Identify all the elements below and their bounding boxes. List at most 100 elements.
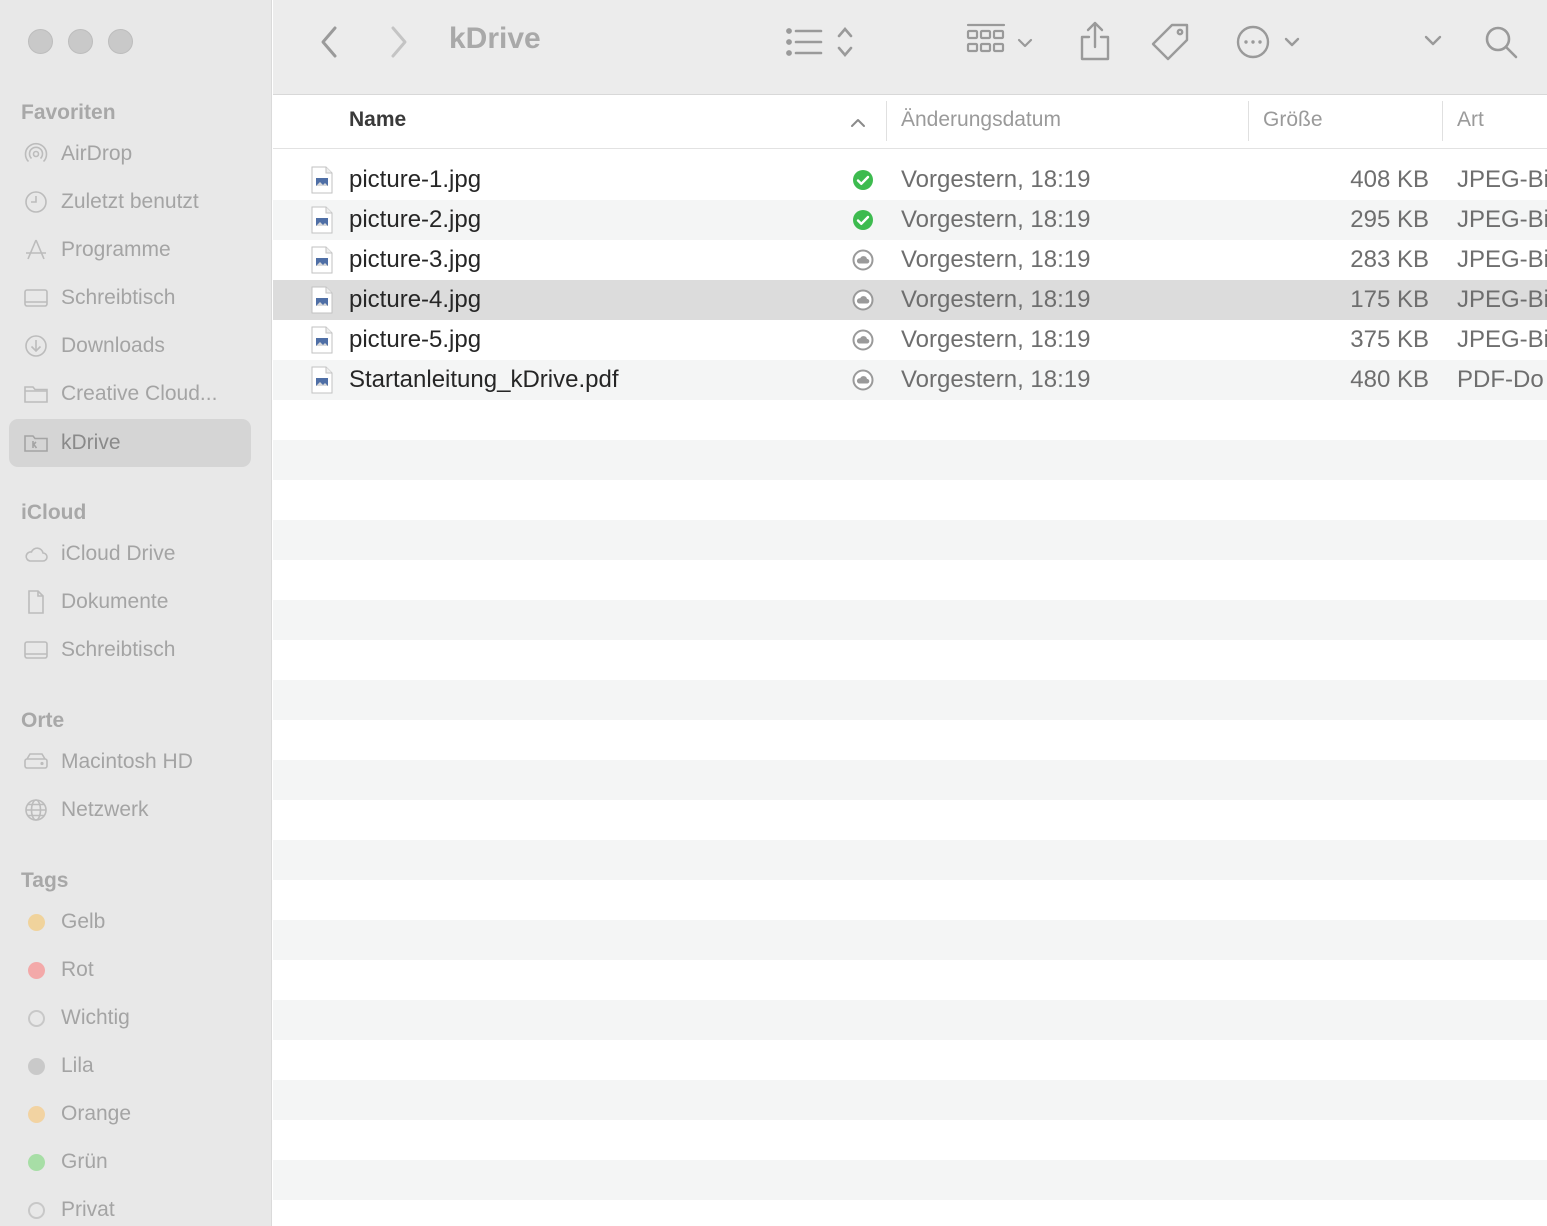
document-icon (23, 589, 49, 615)
section-title-orte: Orte (21, 709, 65, 732)
minimize-button[interactable] (68, 29, 93, 54)
sidebar-tag-gruen[interactable]: Grün (9, 1138, 251, 1186)
column-divider[interactable] (1442, 101, 1443, 141)
sidebar-item-icloud-drive[interactable]: iCloud Drive (9, 530, 251, 578)
file-date: Vorgestern, 18:19 (901, 366, 1091, 393)
sidebar-item-schreibtisch[interactable]: Schreibtisch (9, 274, 251, 322)
tag-icon (1151, 23, 1189, 61)
zoom-button[interactable] (108, 29, 133, 54)
sidebar-item-recent[interactable]: Zuletzt benutzt (9, 178, 251, 226)
sidebar-tag-orange[interactable]: Orange (9, 1090, 251, 1138)
sidebar-item-label: Downloads (61, 334, 165, 357)
file-row[interactable]: Startanleitung_kDrive.pdf Vorgestern, 18… (273, 360, 1547, 400)
sidebar-item-dokumente[interactable]: Dokumente (9, 578, 251, 626)
column-date[interactable]: Änderungsdatum (901, 108, 1061, 132)
chevron-right-icon (391, 26, 407, 58)
empty-row (273, 760, 1547, 800)
sidebar-tag-lila[interactable]: Lila (9, 1042, 251, 1090)
pdf-file-icon (311, 366, 333, 394)
toolbar: kDrive (273, 0, 1547, 95)
sidebar-item-label: Lila (61, 1054, 94, 1077)
sidebar-item-label: Privat (61, 1198, 115, 1221)
airdrop-icon (23, 141, 49, 167)
more-toolbar-button[interactable] (1419, 26, 1447, 56)
sidebar-item-label: Dokumente (61, 590, 169, 613)
file-kind: JPEG-Bi (1457, 326, 1547, 353)
sidebar-item-label: Orange (61, 1102, 132, 1125)
file-size: 408 KB (1350, 166, 1429, 193)
sidebar-item-downloads[interactable]: Downloads (9, 322, 251, 370)
file-row[interactable]: picture-5.jpg Vorgestern, 18:19 375 KB J… (273, 320, 1547, 360)
file-size: 375 KB (1350, 326, 1429, 353)
file-name: picture-2.jpg (349, 206, 482, 233)
back-button[interactable] (313, 22, 345, 62)
synced-check-icon (853, 210, 873, 230)
harddisk-icon (23, 749, 49, 775)
tag-dot-green (27, 1153, 45, 1171)
search-button[interactable] (1481, 22, 1521, 62)
file-name: Startanleitung_kDrive.pdf (349, 366, 619, 393)
column-divider[interactable] (886, 101, 887, 141)
cloud-icon (23, 541, 49, 567)
file-kind: JPEG-Bi (1457, 206, 1547, 233)
file-row[interactable]: picture-3.jpg Vorgestern, 18:19 283 KB J… (273, 240, 1547, 280)
column-name[interactable]: Name (349, 108, 406, 132)
section-title-favoriten: Favoriten (21, 101, 116, 124)
sidebar-tag-privat[interactable]: Privat (9, 1186, 251, 1226)
sidebar-item-icloud-schreibtisch[interactable]: Schreibtisch (9, 626, 251, 674)
file-size: 295 KB (1350, 206, 1429, 233)
tag-dot-empty (27, 1009, 45, 1027)
sidebar-item-label: Programme (61, 238, 171, 261)
empty-row (273, 440, 1547, 480)
file-row-selected[interactable]: picture-4.jpg Vorgestern, 18:19 175 KB J… (273, 280, 1547, 320)
file-size: 175 KB (1350, 286, 1429, 313)
empty-row (273, 600, 1547, 640)
sidebar: Favoriten AirDrop Zuletzt benutzt Progra… (0, 0, 272, 1226)
sidebar-item-label: Macintosh HD (61, 750, 193, 773)
actions-button[interactable] (1235, 22, 1305, 62)
sidebar-tag-gelb[interactable]: Gelb (9, 898, 251, 946)
sidebar-item-programme[interactable]: Programme (9, 226, 251, 274)
sidebar-tag-wichtig[interactable]: Wichtig (9, 994, 251, 1042)
file-date: Vorgestern, 18:19 (901, 166, 1091, 193)
close-button[interactable] (28, 29, 53, 54)
folder-icon (23, 381, 49, 407)
sidebar-item-label: Schreibtisch (61, 286, 176, 309)
sidebar-tag-rot[interactable]: Rot (9, 946, 251, 994)
file-kind: JPEG-Bi (1457, 246, 1547, 273)
kdrive-folder-icon (23, 430, 49, 456)
share-button[interactable] (1075, 18, 1115, 64)
image-file-icon (311, 326, 333, 354)
cloud-only-icon (852, 289, 874, 311)
sidebar-item-label: kDrive (61, 431, 121, 454)
column-size[interactable]: Größe (1263, 108, 1323, 132)
file-name: picture-1.jpg (349, 166, 482, 193)
column-kind[interactable]: Art (1457, 108, 1484, 132)
search-icon (1485, 26, 1518, 59)
tag-button[interactable] (1149, 20, 1193, 64)
file-row[interactable]: picture-2.jpg Vorgestern, 18:19 295 KB J… (273, 200, 1547, 240)
file-date: Vorgestern, 18:19 (901, 286, 1091, 313)
sidebar-item-label: iCloud Drive (61, 542, 176, 565)
group-button[interactable] (965, 20, 1037, 64)
file-row[interactable]: picture-1.jpg Vorgestern, 18:19 408 KB J… (273, 160, 1547, 200)
empty-row (273, 1000, 1547, 1040)
column-divider[interactable] (1248, 101, 1249, 141)
sidebar-item-netzwerk[interactable]: Netzwerk (9, 786, 251, 834)
tag-dot-gray (27, 1057, 45, 1075)
file-list: picture-1.jpg Vorgestern, 18:19 408 KB J… (273, 160, 1547, 400)
tag-dot-yellow (27, 913, 45, 931)
file-kind: JPEG-Bi (1457, 166, 1547, 193)
file-date: Vorgestern, 18:19 (901, 326, 1091, 353)
sidebar-item-creative-cloud[interactable]: Creative Cloud... (9, 370, 251, 418)
download-icon (23, 333, 49, 359)
sidebar-item-label: Schreibtisch (61, 638, 176, 661)
sidebar-item-kdrive[interactable]: kDrive (9, 419, 251, 467)
sidebar-item-macintosh-hd[interactable]: Macintosh HD (9, 738, 251, 786)
view-list-button[interactable] (783, 22, 859, 62)
sort-ascending-icon[interactable] (849, 115, 867, 129)
sidebar-item-airdrop[interactable]: AirDrop (9, 130, 251, 178)
forward-button[interactable] (383, 22, 415, 62)
empty-row (273, 1080, 1547, 1120)
chevron-down-icon (1424, 35, 1442, 46)
